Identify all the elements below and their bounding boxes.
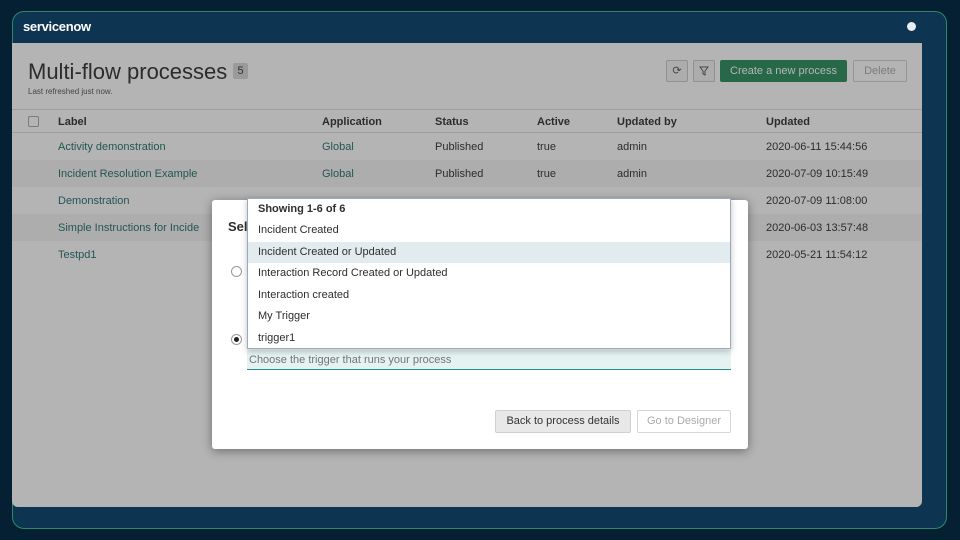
trigger-dropdown: Showing 1-6 of 6 Incident Created Incide… xyxy=(247,198,731,349)
modal-title: Sel xyxy=(228,219,248,234)
trigger-option-radio-selected[interactable] xyxy=(231,334,242,345)
trigger-search-input[interactable] xyxy=(247,350,731,370)
servicenow-logo: servicenow xyxy=(23,19,91,34)
back-to-details-button[interactable]: Back to process details xyxy=(495,410,631,433)
dropdown-option[interactable]: My Trigger xyxy=(248,306,730,328)
dropdown-option[interactable]: Interaction Record Created or Updated xyxy=(248,263,730,285)
dropdown-option[interactable]: Interaction created xyxy=(248,285,730,307)
help-icon[interactable] xyxy=(907,22,916,31)
top-bar: servicenow xyxy=(12,16,920,42)
dropdown-option[interactable]: Incident Created xyxy=(248,220,730,242)
dropdown-header: Showing 1-6 of 6 xyxy=(258,203,346,215)
trigger-option-radio[interactable] xyxy=(231,266,242,277)
dropdown-option[interactable]: trigger1 xyxy=(248,328,730,350)
dropdown-option-highlighted[interactable]: Incident Created or Updated xyxy=(248,241,730,263)
go-to-designer-button[interactable]: Go to Designer xyxy=(637,410,731,433)
